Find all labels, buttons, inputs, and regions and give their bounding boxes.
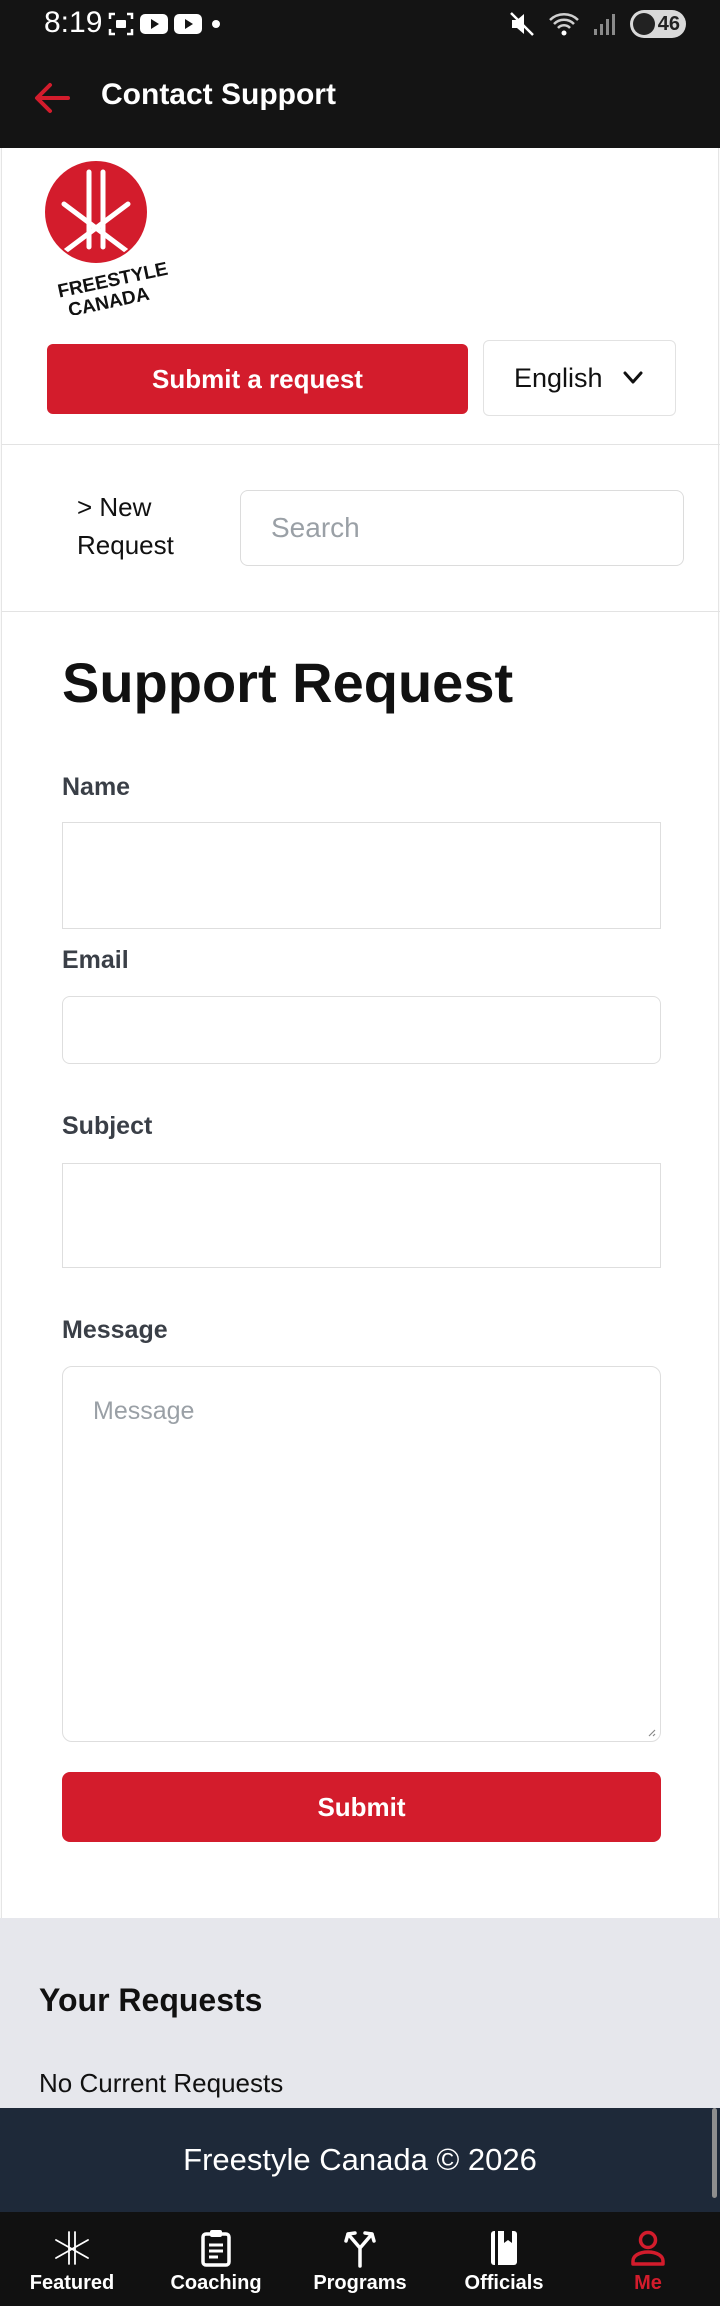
footer-text: Freestyle Canada © 2026 [183, 2142, 537, 2177]
name-field[interactable] [62, 822, 661, 929]
status-time: 8:19 [44, 6, 103, 39]
footer: Freestyle Canada © 2026 [0, 2108, 720, 2212]
message-label: Message [62, 1316, 168, 1344]
requests-empty-text: No Current Requests [39, 2068, 284, 2098]
submit-button[interactable]: Submit [62, 1772, 661, 1842]
featured-icon [55, 2231, 89, 2265]
youtube-icon [174, 14, 202, 34]
submit-a-request-button[interactable]: Submit a request [47, 344, 468, 414]
wifi-icon [549, 13, 579, 36]
scrollbar[interactable] [712, 2108, 717, 2198]
divider [2, 611, 720, 612]
youtube-icon [140, 14, 168, 34]
support-card: FREESTYLE CANADA Submit a request Englis… [1, 148, 720, 1918]
notification-icons [108, 10, 224, 38]
nav-item-coaching[interactable]: Coaching [144, 2212, 288, 2306]
message-placeholder: Message [93, 1397, 195, 1425]
nav-item-programs[interactable]: Programs [288, 2212, 432, 2306]
divider [2, 444, 720, 445]
form-title: Support Request [62, 651, 514, 714]
person-icon [631, 2230, 665, 2266]
subject-field[interactable] [62, 1163, 661, 1268]
subject-label: Subject [62, 1112, 153, 1140]
breadcrumb-line-1: > New [77, 492, 152, 522]
dot-icon [212, 20, 220, 28]
nav-label-me: Me [634, 2272, 662, 2294]
email-field[interactable] [62, 996, 661, 1064]
bottom-nav: Featured Coaching Programs Officials Me [0, 2212, 720, 2306]
freestyle-canada-logo[interactable]: FREESTYLE CANADA [44, 160, 184, 315]
status-bar: 8:19 46 [0, 0, 720, 48]
language-select[interactable]: English [483, 340, 676, 416]
nav-item-me[interactable]: Me [576, 2212, 720, 2306]
chevron-down-icon [623, 371, 643, 384]
search-input[interactable]: Search [240, 490, 684, 566]
signal-icon [594, 14, 615, 35]
resize-grip-icon[interactable] [646, 1727, 656, 1737]
name-label: Name [62, 773, 131, 801]
battery-indicator: 46 [630, 10, 686, 38]
breadcrumb: > New Request [77, 488, 197, 564]
mute-icon [510, 12, 534, 36]
nav-label-featured: Featured [29, 2272, 115, 2294]
language-selected: English [514, 362, 603, 393]
nav-label-officials: Officials [464, 2272, 544, 2294]
nav-item-featured[interactable]: Featured [0, 2212, 144, 2306]
page-title: Contact Support [101, 78, 336, 111]
battery-level: 46 [657, 12, 680, 35]
nav-label-coaching: Coaching [170, 2272, 262, 2294]
book-icon [491, 2231, 517, 2265]
requests-title: Your Requests [39, 1982, 263, 2018]
system-icons: 46 [508, 8, 686, 40]
programs-icon [344, 2231, 376, 2268]
app-bar: Contact Support [0, 48, 720, 148]
content-area: FREESTYLE CANADA Submit a request Englis… [0, 148, 720, 1918]
screenshot-icon [108, 12, 134, 36]
your-requests-section: Your Requests No Current Requests [0, 1918, 720, 2108]
nav-label-programs: Programs [313, 2272, 407, 2294]
breadcrumb-line-2: Request [77, 530, 174, 560]
email-label: Email [62, 946, 129, 974]
clipboard-icon [201, 2230, 231, 2267]
back-arrow-icon[interactable] [30, 76, 74, 120]
battery-saver-icon [633, 13, 655, 35]
message-textarea[interactable]: Message [62, 1366, 661, 1742]
nav-item-officials[interactable]: Officials [432, 2212, 576, 2306]
